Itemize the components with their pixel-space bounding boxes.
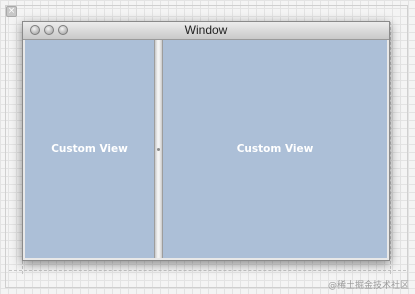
split-view: Custom View Custom View xyxy=(25,40,387,258)
window-title: Window xyxy=(184,23,228,37)
watermark: @稀土掘金技术社区 xyxy=(327,281,409,291)
title-bar[interactable]: Window xyxy=(23,22,389,40)
layout-guide-horizontal xyxy=(9,270,406,271)
window: Window Custom View Custom View xyxy=(22,21,390,261)
split-view-divider[interactable] xyxy=(154,40,163,258)
divider-grip-icon xyxy=(157,148,160,151)
layout-guide-vertical-right xyxy=(390,22,391,274)
custom-view-right[interactable]: Custom View xyxy=(163,40,387,258)
close-icon[interactable]: × xyxy=(6,6,17,17)
custom-view-right-label: Custom View xyxy=(236,143,314,155)
custom-view-left-label: Custom View xyxy=(51,143,128,155)
custom-view-left[interactable]: Custom View xyxy=(25,40,154,258)
